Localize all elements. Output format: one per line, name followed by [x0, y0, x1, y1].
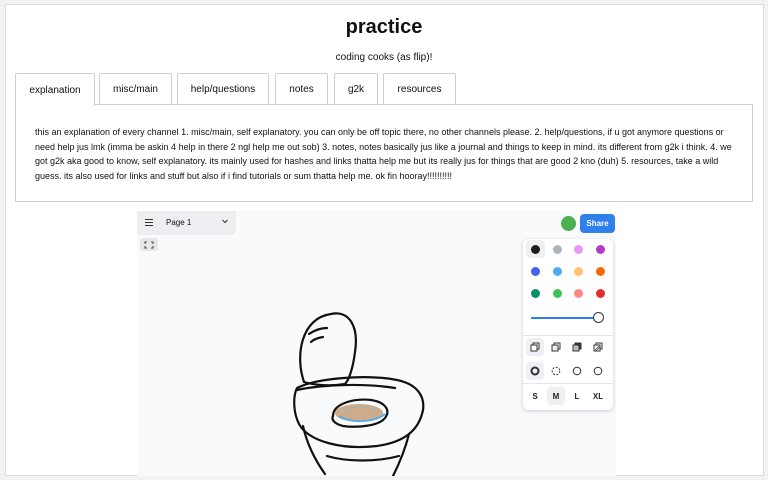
- tab-g2k[interactable]: g2k: [334, 73, 378, 105]
- fill-pattern-icon[interactable]: [589, 338, 607, 356]
- explanation-text: this an explanation of every channel 1. …: [35, 127, 732, 181]
- menu-icon[interactable]: [145, 219, 153, 228]
- avatar[interactable]: [561, 216, 576, 231]
- color-swatch-green[interactable]: [531, 289, 540, 298]
- toilet-drawing[interactable]: [287, 306, 447, 476]
- page-subtitle: coding cooks (as flip)!: [335, 52, 433, 63]
- color-swatch-light-blue[interactable]: [552, 267, 562, 276]
- color-swatch-red[interactable]: [595, 289, 605, 298]
- tab-misc-main[interactable]: misc/main: [99, 73, 172, 105]
- color-swatch-violet[interactable]: [595, 245, 605, 254]
- size-l-button[interactable]: L: [568, 387, 586, 405]
- tab-panel-explanation: this an explanation of every channel 1. …: [15, 104, 753, 202]
- page-menu[interactable]: Page 1: [137, 211, 236, 235]
- fill-semi-icon[interactable]: [547, 338, 565, 356]
- fill-solid-icon[interactable]: [568, 338, 586, 356]
- opacity-slider-handle[interactable]: [593, 312, 604, 323]
- color-swatch-black[interactable]: [531, 245, 540, 254]
- whiteboard-embed[interactable]: Page 1 Share S M L XL: [137, 211, 616, 476]
- share-button[interactable]: Share: [580, 214, 615, 233]
- dash-draw-icon[interactable]: [526, 362, 544, 380]
- page-menu-label: Page 1: [166, 218, 192, 227]
- fill-none-icon[interactable]: [526, 338, 544, 356]
- size-xl-button[interactable]: XL: [589, 387, 607, 405]
- divider: [523, 383, 613, 384]
- tab-notes[interactable]: notes: [275, 73, 328, 105]
- dash-dotted-icon[interactable]: [568, 362, 586, 380]
- chevron-down-icon[interactable]: [221, 217, 229, 227]
- fullscreen-icon[interactable]: [140, 238, 158, 251]
- dash-solid-icon[interactable]: [589, 362, 607, 380]
- color-swatch-yellow[interactable]: [574, 267, 583, 276]
- size-m-button[interactable]: M: [547, 387, 565, 405]
- color-swatch-light-violet[interactable]: [574, 245, 583, 254]
- color-swatch-light-green[interactable]: [552, 289, 562, 298]
- divider: [523, 335, 613, 336]
- color-swatch-orange[interactable]: [595, 267, 605, 276]
- opacity-slider-track[interactable]: [531, 317, 599, 319]
- tab-resources[interactable]: resources: [383, 73, 456, 105]
- dash-dashed-icon[interactable]: [547, 362, 565, 380]
- style-panel: S M L XL: [523, 239, 613, 410]
- tab-explanation[interactable]: explanation: [15, 73, 95, 106]
- page-title: practice: [345, 16, 423, 38]
- color-swatch-blue[interactable]: [531, 267, 540, 276]
- color-swatch-light-red[interactable]: [574, 289, 583, 298]
- tab-help-questions[interactable]: help/questions: [177, 73, 269, 105]
- color-swatch-grey[interactable]: [552, 245, 562, 254]
- size-s-button[interactable]: S: [526, 387, 544, 405]
